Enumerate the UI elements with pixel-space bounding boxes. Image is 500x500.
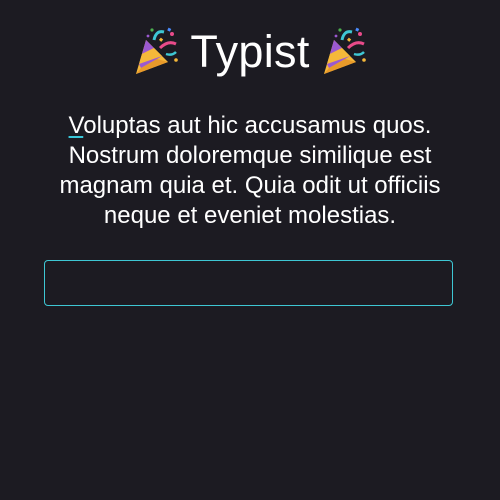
current-character: V <box>68 112 84 139</box>
header: Typist <box>0 22 500 82</box>
party-popper-icon <box>132 26 180 78</box>
remaining-text: oluptas aut hic accusamus quos. Nostrum … <box>59 112 441 229</box>
app-title: Typist <box>190 26 310 77</box>
prompt-text: Voluptas aut hic accusamus quos. Nostrum… <box>30 111 470 231</box>
typist-app: Typist Voluptas aut hic accusamus quos. … <box>0 0 500 500</box>
party-popper-icon <box>320 26 368 78</box>
typing-input[interactable] <box>44 260 453 306</box>
